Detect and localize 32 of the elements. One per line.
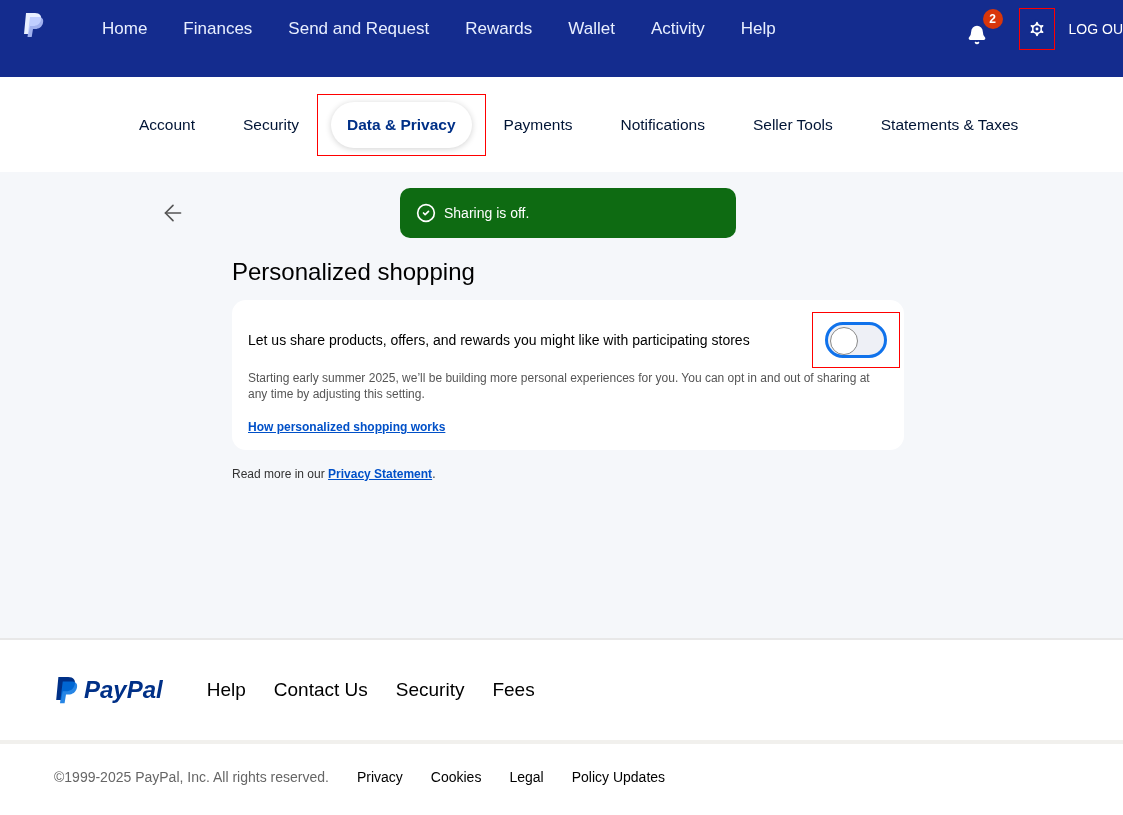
check-circle-icon — [416, 203, 436, 223]
setting-label: Let us share products, offers, and rewards you might like with participating stores — [248, 332, 750, 348]
setting-description: Starting early summer 2025, we’ll be building more personal experiences for you. You can opt in and out of sharing at any time by adjusting this setting. — [248, 370, 871, 402]
read-more-text: Read more in our Privacy Statement. — [232, 467, 437, 481]
legal-link[interactable]: Privacy — [356, 768, 403, 785]
footer-link[interactable]: Help — [206, 679, 246, 701]
bell-icon — [966, 25, 987, 45]
info-link[interactable]: How personalized shopping works — [248, 420, 446, 434]
copyright-text: ©1999-2025 PayPal, Inc. All rights reserved. — [54, 768, 329, 785]
notifications-button[interactable]: 2 — [966, 9, 1003, 49]
toast-message: Sharing is off. — [444, 205, 530, 221]
nav-link[interactable]: Send and Request — [270, 8, 448, 50]
nav-link[interactable]: Help — [722, 8, 794, 50]
nav-link[interactable]: Finances — [165, 8, 271, 50]
notification-count: 2 — [982, 9, 1003, 29]
toggle-switch[interactable] — [825, 322, 887, 358]
paypal-logo-icon — [22, 12, 44, 38]
footer-link[interactable]: Contact Us — [273, 679, 368, 701]
footer-link[interactable]: Fees — [492, 679, 535, 701]
legal-link[interactable]: Legal — [509, 768, 544, 785]
footer-link[interactable]: Security — [395, 679, 465, 701]
paypal-wordmark: PayPal — [84, 676, 163, 704]
section-title: Personalized shopping — [232, 258, 476, 286]
logout-link[interactable]: LOG OU — [1068, 21, 1123, 37]
nav-link[interactable]: Wallet — [550, 8, 633, 50]
nav-link[interactable]: Rewards — [447, 8, 551, 50]
nav-link[interactable]: Activity — [632, 8, 723, 50]
legal-link[interactable]: Cookies — [430, 768, 482, 785]
tab[interactable]: Data & Privacy — [331, 101, 472, 148]
legal-link[interactable]: Policy Updates — [571, 768, 666, 785]
paypal-mark-icon — [54, 675, 78, 705]
nav-link[interactable]: Home — [84, 8, 166, 50]
